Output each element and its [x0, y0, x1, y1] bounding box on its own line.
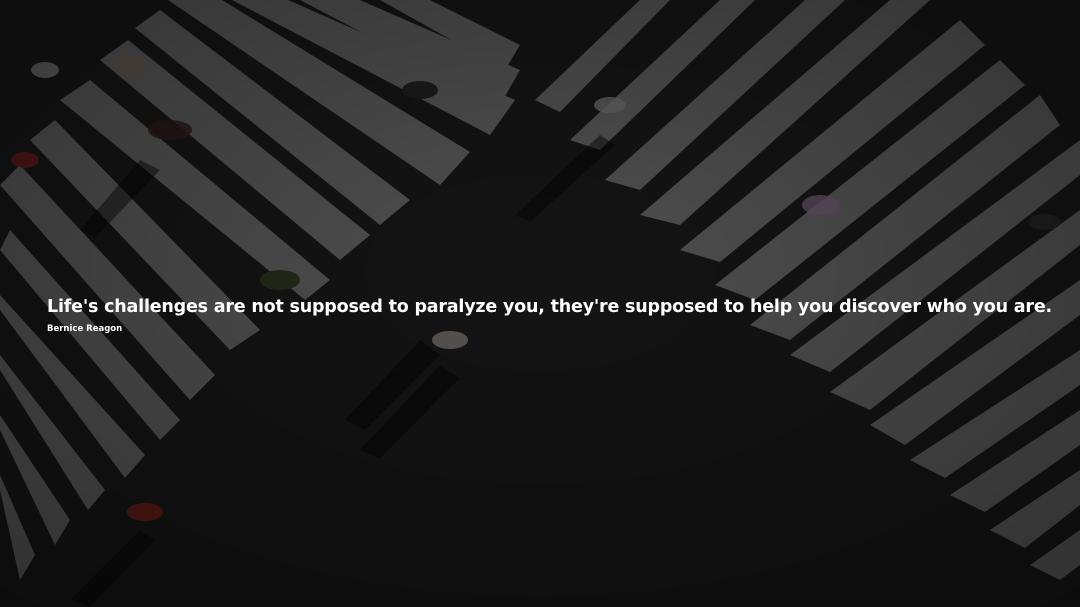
- quote-slide: Life's challenges are not supposed to pa…: [0, 0, 1080, 607]
- quote-text: Life's challenges are not supposed to pa…: [47, 297, 1052, 317]
- quote-author: Bernice Reagon: [47, 324, 123, 334]
- quote-block: Life's challenges are not supposed to pa…: [47, 294, 1060, 334]
